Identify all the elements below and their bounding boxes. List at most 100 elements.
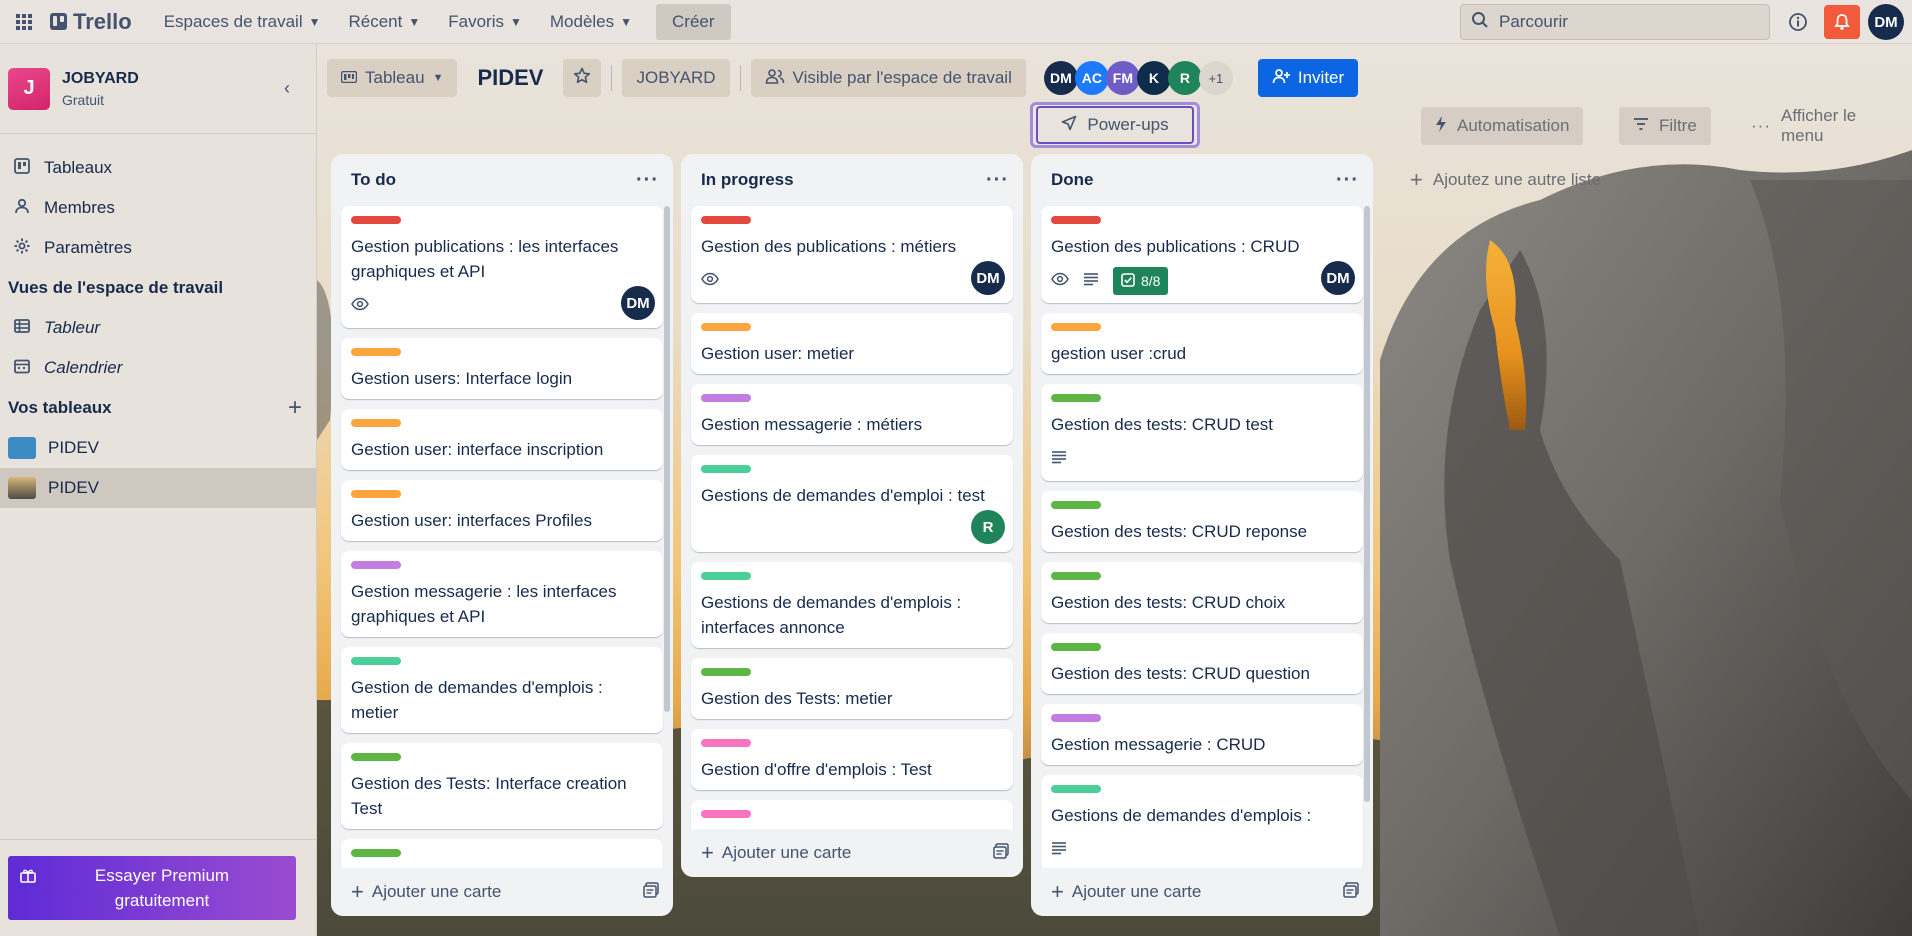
list-header[interactable]: In progress ··· xyxy=(681,154,1023,206)
search-input[interactable] xyxy=(1499,12,1739,32)
list-menu-dots-icon[interactable]: ··· xyxy=(986,169,1009,192)
card[interactable]: Gestion d'offre d'emplois : Test xyxy=(691,729,1013,790)
user-avatar[interactable]: DM xyxy=(1868,4,1904,40)
sidebar-board-item-active[interactable]: PIDEV xyxy=(0,468,316,508)
filter-button[interactable]: Filtre xyxy=(1619,107,1711,145)
card-label-color[interactable] xyxy=(1051,323,1101,331)
card-label-color[interactable] xyxy=(351,657,401,665)
card-label-color[interactable] xyxy=(351,849,401,857)
sidebar-board-item[interactable]: PIDEV xyxy=(0,428,316,468)
more-members-badge[interactable]: +1 xyxy=(1198,61,1233,95)
list-title[interactable]: Done xyxy=(1051,170,1094,190)
card-member-avatar[interactable]: R xyxy=(971,510,1005,544)
collapse-sidebar-icon[interactable]: ‹ xyxy=(284,78,290,99)
card[interactable]: Gestions de demandes d'emplois : interfa… xyxy=(691,562,1013,648)
card-label-color[interactable] xyxy=(1051,394,1101,402)
powerups-button[interactable]: Power-ups xyxy=(1036,106,1194,144)
workspace-logo[interactable]: J xyxy=(8,67,50,110)
list-header[interactable]: Done ··· xyxy=(1031,154,1373,206)
card-label-color[interactable] xyxy=(351,216,401,224)
card[interactable]: Gestion user: interfaces Profiles xyxy=(341,480,663,541)
card[interactable]: Gestion des Tests: interface passer test xyxy=(341,839,663,868)
member-avatar[interactable]: K xyxy=(1136,61,1171,95)
card-template-icon[interactable] xyxy=(1343,881,1359,903)
card-member-avatar[interactable]: DM xyxy=(1321,261,1355,295)
add-board-plus-icon[interactable]: + xyxy=(288,394,302,422)
card[interactable]: gestion user :crud xyxy=(1041,313,1363,374)
info-icon[interactable] xyxy=(1784,8,1812,36)
card[interactable]: Gestion users: Interface login xyxy=(341,338,663,399)
card-label-color[interactable] xyxy=(1051,785,1101,793)
card-label-color[interactable] xyxy=(351,561,401,569)
nav-templates[interactable]: Modèles ▼ xyxy=(536,5,646,39)
card-label-color[interactable] xyxy=(1051,572,1101,580)
card-label-color[interactable] xyxy=(351,753,401,761)
card-template-icon[interactable] xyxy=(993,842,1009,864)
card-label-color[interactable] xyxy=(351,419,401,427)
visibility-button[interactable]: Visible par l'espace de travail xyxy=(750,59,1026,97)
card-label-color[interactable] xyxy=(701,323,751,331)
list-scrollbar[interactable] xyxy=(664,206,670,712)
nav-recent[interactable]: Récent ▼ xyxy=(334,5,434,39)
card[interactable]: Gestion des Tests: Interface creation Te… xyxy=(341,743,663,829)
card-label-color[interactable] xyxy=(701,668,751,676)
board-view-switcher[interactable]: Tableau ▼ xyxy=(327,59,458,97)
card-label-color[interactable] xyxy=(701,572,751,580)
card[interactable]: Gestion de demandes d'emplois : metier xyxy=(341,647,663,733)
workspace-button[interactable]: JOBYARD xyxy=(622,59,730,97)
list-menu-dots-icon[interactable]: ··· xyxy=(1336,169,1359,192)
add-card-button[interactable]: + Ajouter une carte xyxy=(351,881,501,903)
sidebar-item-settings[interactable]: Paramètres xyxy=(0,228,316,268)
card[interactable]: Gestion des tests: CRUD choix xyxy=(1041,562,1363,623)
try-premium-button[interactable]: Essayer Premium gratuitement xyxy=(8,856,296,920)
card[interactable]: Gestion messagerie : les interfaces grap… xyxy=(341,551,663,637)
nav-starred[interactable]: Favoris ▼ xyxy=(434,5,536,39)
card-label-color[interactable] xyxy=(1051,216,1101,224)
board-title[interactable]: PIDEV xyxy=(467,65,553,91)
card[interactable]: Gestion user: interface inscription xyxy=(341,409,663,470)
card-label-color[interactable] xyxy=(351,490,401,498)
card-template-icon[interactable] xyxy=(643,881,659,903)
card[interactable]: Gestion des tests: CRUD reponse xyxy=(1041,491,1363,552)
card[interactable]: Gestion user: metier xyxy=(691,313,1013,374)
member-avatar[interactable]: DM xyxy=(1043,61,1078,95)
list-scrollbar[interactable] xyxy=(1364,206,1370,802)
card-label-color[interactable] xyxy=(701,810,751,818)
member-avatar[interactable]: R xyxy=(1167,61,1202,95)
sidebar-item-boards[interactable]: Tableaux xyxy=(0,148,316,188)
nav-workspaces[interactable]: Espaces de travail ▼ xyxy=(150,5,335,39)
sidebar-item-members[interactable]: Membres xyxy=(0,188,316,228)
card-label-color[interactable] xyxy=(701,216,751,224)
sidebar-item-table-view[interactable]: Tableur xyxy=(0,308,316,348)
card-label-color[interactable] xyxy=(1051,714,1101,722)
card[interactable]: Gestion des publications : CRUD 8/8 DM xyxy=(1041,206,1363,303)
invite-button[interactable]: Inviter xyxy=(1257,59,1359,97)
automation-button[interactable]: Automatisation xyxy=(1421,107,1584,145)
card-label-color[interactable] xyxy=(1051,643,1101,651)
star-board-button[interactable] xyxy=(563,59,602,97)
card[interactable]: Gestion des tests: CRUD test xyxy=(1041,384,1363,481)
card[interactable]: Gestion d'offre d'emplois :métier xyxy=(691,800,1013,829)
card-member-avatar[interactable]: DM xyxy=(971,261,1005,295)
card[interactable]: Gestions de demandes d'emploi : test R xyxy=(691,455,1013,552)
trello-logo[interactable]: Trello xyxy=(50,9,132,35)
list-title[interactable]: To do xyxy=(351,170,396,190)
create-button[interactable]: Créer xyxy=(656,3,731,40)
card[interactable]: Gestion publications : les interfaces gr… xyxy=(341,206,663,328)
card[interactable]: Gestion des tests: CRUD question xyxy=(1041,633,1363,694)
sidebar-item-calendar-view[interactable]: Calendrier xyxy=(0,348,316,388)
list-menu-dots-icon[interactable]: ··· xyxy=(636,169,659,192)
card-label-color[interactable] xyxy=(701,465,751,473)
member-avatar[interactable]: AC xyxy=(1074,61,1109,95)
list-header[interactable]: To do ··· xyxy=(331,154,673,206)
add-card-button[interactable]: + Ajouter une carte xyxy=(1051,881,1201,903)
card[interactable]: Gestions de demandes d'emplois : xyxy=(1041,775,1363,868)
list-title[interactable]: In progress xyxy=(701,170,794,190)
add-card-button[interactable]: + Ajouter une carte xyxy=(701,842,851,864)
apps-grid-icon[interactable] xyxy=(8,6,40,38)
card-member-avatar[interactable]: DM xyxy=(621,286,655,320)
card-label-color[interactable] xyxy=(701,739,751,747)
add-list-button[interactable]: + Ajoutez une autre liste xyxy=(1398,160,1613,200)
card[interactable]: Gestion des Tests: metier xyxy=(691,658,1013,719)
workspace-name[interactable]: JOBYARD xyxy=(62,70,139,88)
